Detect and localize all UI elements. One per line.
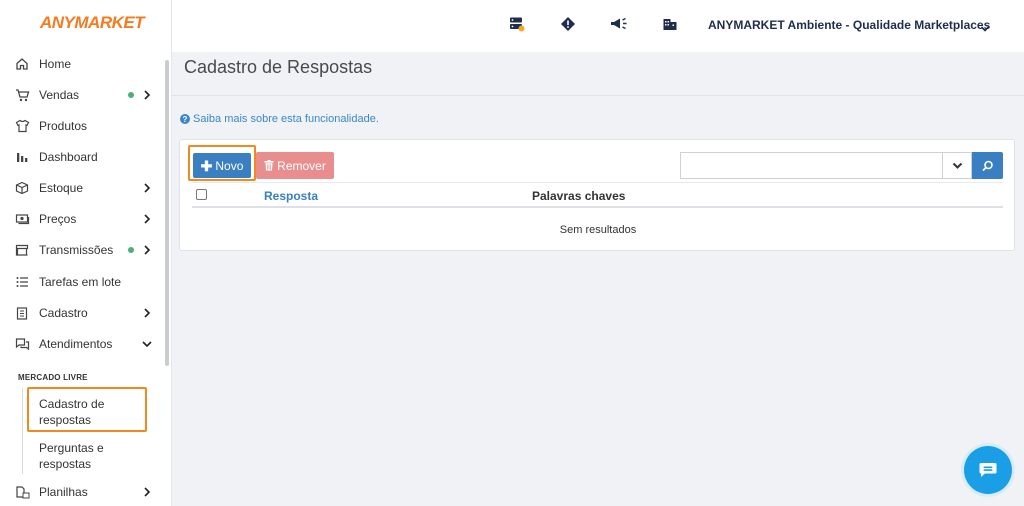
empty-results-text: Sem resultados: [559, 224, 637, 236]
search-input[interactable]: [680, 152, 942, 179]
chevron-right-icon: [142, 183, 152, 193]
sidebar-item-precos[interactable]: Preços: [0, 204, 165, 234]
sidebar-item-produtos[interactable]: Produtos: [0, 111, 165, 141]
chevron-down-icon: [142, 339, 152, 349]
trash-icon: [264, 160, 274, 171]
sidebar-item-label: Vendas: [39, 88, 80, 102]
sidebar-item-label: Planilhas: [39, 485, 88, 499]
spreadsheet-icon: [14, 484, 30, 500]
remover-button[interactable]: Remover: [256, 152, 334, 179]
sidebar-subitem-perguntas-e-respostas[interactable]: Perguntas e respostas: [39, 440, 139, 472]
store-icon: [14, 242, 30, 258]
sidebar-item-vendas[interactable]: Vendas: [0, 80, 165, 110]
cart-icon: [14, 87, 30, 103]
sidebar-item-label: Estoque: [39, 181, 84, 195]
sidebar-item-label: Transmissões: [39, 243, 114, 257]
status-dot: [128, 92, 134, 98]
sidebar-item-transmissoes[interactable]: Transmissões: [0, 235, 165, 265]
chat-support-button[interactable]: [964, 446, 1012, 494]
help-link-text: Saiba mais sobre esta funcionalidade.: [193, 113, 379, 125]
alert-diamond-icon[interactable]: [559, 15, 577, 33]
answers-panel: ✚ Novo Remover Resposta Palavras chaves …: [179, 139, 1015, 251]
server-status-icon[interactable]: [508, 15, 526, 33]
chevron-right-icon: [142, 90, 152, 100]
sidebar-item-label: Tarefas em lote: [39, 275, 122, 289]
shirt-icon: [14, 118, 30, 134]
active-subitem-highlight: [27, 387, 147, 432]
list-icon: [14, 274, 30, 290]
chevron-down-icon[interactable]: [980, 20, 990, 32]
chevron-down-icon: [952, 162, 962, 169]
page-title: Cadastro de Respostas: [184, 57, 373, 77]
page-header: Cadastro de Respostas: [172, 52, 1024, 96]
sidebar-item-cadastro[interactable]: Cadastro: [0, 298, 165, 328]
sidebar-item-tarefas-em-lote[interactable]: Tarefas em lote: [0, 267, 165, 297]
column-header-resposta[interactable]: Resposta: [264, 189, 318, 203]
chevron-right-icon: [142, 245, 152, 255]
money-icon: [14, 211, 30, 227]
chevron-right-icon: [142, 308, 152, 318]
megaphone-icon[interactable]: [610, 15, 628, 33]
sidebar-item-atendimentos[interactable]: Atendimentos: [0, 329, 165, 359]
clipboard-icon: [14, 305, 30, 321]
sidebar-item-label: Home: [39, 57, 72, 71]
box-icon: [14, 180, 30, 196]
sidebar-item-planilhas[interactable]: Planilhas: [0, 477, 165, 506]
chevron-right-icon: [142, 487, 152, 497]
anymarket-logo[interactable]: ANYMARKET: [40, 13, 145, 33]
select-all-checkbox[interactable]: [196, 189, 207, 200]
sidebar: ANYMARKET Home Vendas Produtos Dashboard…: [0, 0, 172, 506]
sidebar-item-home[interactable]: Home: [0, 49, 165, 79]
chat-bubble-icon: [979, 463, 997, 477]
help-link[interactable]: ? Saiba mais sobre esta funcionalidade.: [180, 113, 379, 125]
account-selector[interactable]: ANYMARKET Ambiente - Qualidade Marketpla…: [708, 18, 990, 32]
search-filter-dropdown[interactable]: [942, 152, 972, 179]
section-title-mercado-livre: MERCADO LIVRE: [18, 373, 88, 382]
column-header-palavras-chaves: Palavras chaves: [532, 189, 626, 203]
novo-button[interactable]: ✚ Novo: [193, 153, 251, 178]
search-icon: [981, 160, 993, 171]
status-dot: [128, 247, 134, 253]
sidebar-item-label: Preços: [39, 212, 77, 226]
novo-button-label: Novo: [215, 158, 244, 173]
plus-icon: ✚: [200, 157, 213, 174]
bar-chart-icon: [14, 149, 30, 165]
sidebar-item-label: Dashboard: [39, 150, 98, 164]
home-icon: [14, 56, 30, 72]
search-button[interactable]: [972, 152, 1003, 179]
question-icon: ?: [180, 114, 190, 124]
building-icon[interactable]: [661, 15, 679, 33]
sidebar-item-label: Produtos: [39, 119, 88, 133]
remover-button-label: Remover: [277, 158, 326, 173]
sidebar-item-estoque[interactable]: Estoque: [0, 173, 165, 203]
table-header: Resposta Palavras chaves: [192, 182, 1003, 208]
sidebar-item-label: Cadastro: [39, 306, 88, 320]
sidebar-scrollbar[interactable]: [165, 60, 169, 366]
topbar: ANYMARKET Ambiente - Qualidade Marketpla…: [172, 0, 1024, 52]
sidebar-item-label: Atendimentos: [39, 337, 113, 351]
chevron-right-icon: [142, 214, 152, 224]
sidebar-item-dashboard[interactable]: Dashboard: [0, 142, 165, 172]
submenu-line: [22, 388, 23, 474]
chat-icon: [14, 336, 30, 352]
